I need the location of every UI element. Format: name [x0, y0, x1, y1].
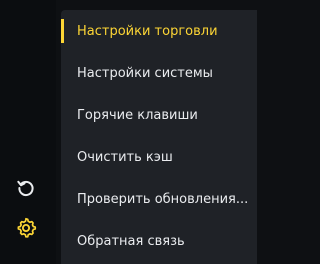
menu-item-label: Очистить кэш: [77, 149, 173, 165]
menu-item-label: Настройки торговли: [77, 23, 218, 39]
menu-item-label: Настройки системы: [77, 65, 213, 81]
gear-icon: [17, 217, 37, 238]
menu-item-label: Обратная связь: [77, 233, 185, 249]
menu-item-clear-cache[interactable]: Очистить кэш: [61, 136, 257, 178]
menu-item-feedback[interactable]: Обратная связь: [61, 220, 257, 262]
menu-item-hotkeys[interactable]: Горячие клавиши: [61, 94, 257, 136]
menu-item-label: Проверить обновления...: [77, 191, 249, 207]
menu-item-check-updates[interactable]: Проверить обновления...: [61, 178, 257, 220]
history-button[interactable]: [10, 172, 42, 204]
menu-item-trading-settings[interactable]: Настройки торговли: [61, 10, 257, 52]
settings-button[interactable]: [10, 212, 42, 244]
history-icon: [17, 180, 34, 197]
menu-item-system-settings[interactable]: Настройки системы: [61, 52, 257, 94]
settings-menu: Настройки торговли Настройки системы Гор…: [61, 10, 257, 264]
menu-item-label: Горячие клавиши: [77, 107, 198, 123]
side-rail: [0, 0, 56, 264]
